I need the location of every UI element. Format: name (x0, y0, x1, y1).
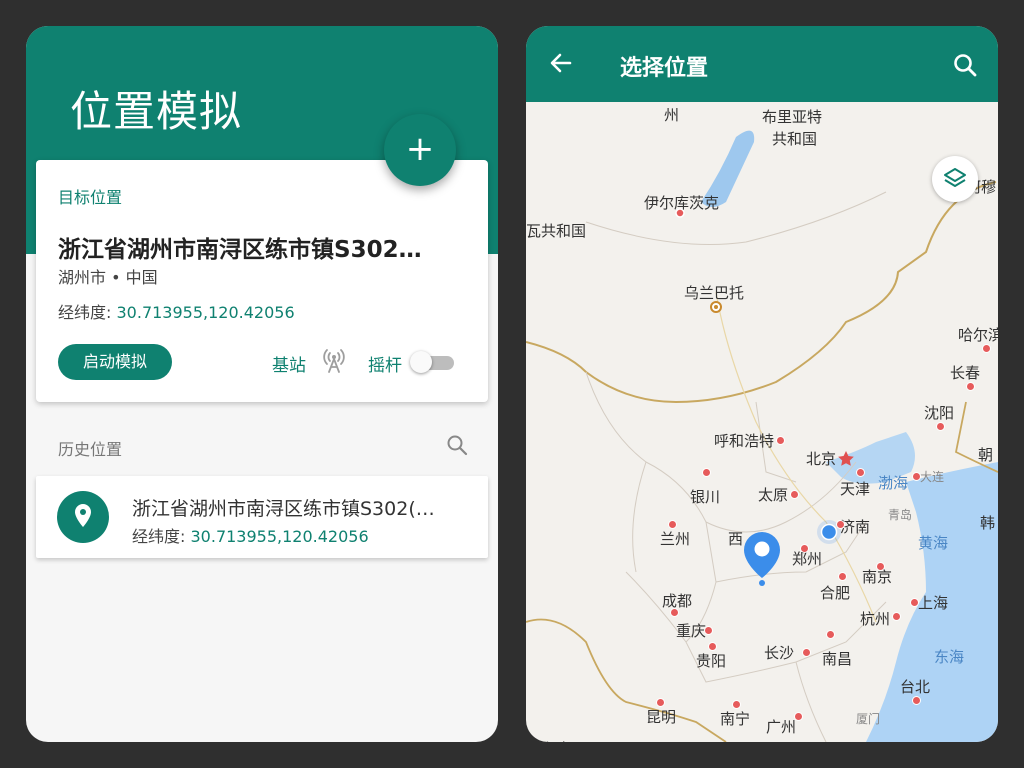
city-dot (836, 520, 845, 529)
map-label: 共和国 (772, 130, 818, 148)
back-arrow-icon[interactable] (548, 50, 574, 80)
target-location-card: 目标位置 浙江省湖州市南浔区练市镇S302… 湖州市 • 中国 经纬度: 30.… (36, 160, 488, 402)
map-label: 大连 (920, 470, 945, 484)
location-pin-icon (57, 491, 109, 543)
map-label: 乌兰巴托 (684, 284, 745, 302)
target-city: 湖州市 • 中国 (58, 268, 158, 287)
city-dot (794, 712, 803, 721)
target-address: 浙江省湖州市南浔区练市镇S302… (58, 237, 422, 263)
layers-icon (944, 168, 966, 187)
map-label: 黄海 (918, 534, 949, 552)
map-label: 州 (664, 106, 680, 124)
city-dot (910, 598, 919, 607)
map-label: 上海 (918, 594, 949, 612)
search-icon[interactable] (952, 52, 978, 82)
map-label: 缅甸 (544, 738, 574, 742)
coord-label: 经纬度: (58, 303, 112, 322)
city-dot (936, 422, 945, 431)
map-label: 昆明 (646, 708, 677, 726)
map-label: 银川 (690, 488, 721, 506)
map-label: 哈尔滨 (958, 326, 998, 344)
city-dot (704, 626, 713, 635)
history-title: 历史位置 (58, 440, 123, 459)
city-dot (876, 562, 885, 571)
map-label: 太原 (758, 486, 789, 504)
city-dot (776, 436, 785, 445)
antenna-icon[interactable] (322, 348, 346, 378)
map-label: 天津 (840, 480, 871, 498)
city-dot (912, 696, 921, 705)
map-label: 布里亚特 (762, 108, 823, 126)
target-label: 目标位置 (58, 188, 123, 207)
city-dot (732, 700, 741, 709)
history-item[interactable]: 浙江省湖州市南浔区练市镇S302(… 经纬度: 30.713955,120.42… (36, 476, 488, 558)
coord-label: 经纬度: (132, 527, 186, 546)
map-label: 台北 (900, 678, 931, 696)
city-dot (702, 468, 711, 477)
city-dot (800, 544, 809, 553)
location-sim-screen: 位置模拟 + 目标位置 浙江省湖州市南浔区练市镇S302… 湖州市 • 中国 经… (26, 26, 498, 742)
map-label: 重庆 (676, 622, 707, 640)
joystick-label: 摇杆 (368, 356, 402, 376)
joystick-toggle[interactable] (410, 351, 456, 373)
select-location-screen: 选择位置 州 布里亚特 共和国 伊尔库茨克 瓦共和国 阿穆 乌兰巴托 哈尔滨 长… (526, 26, 998, 742)
search-icon[interactable] (446, 434, 468, 460)
map-label: 北京 (806, 450, 837, 468)
top-app-bar: 选择位置 (526, 26, 998, 102)
map-label: 厦门 (856, 712, 881, 726)
city-dot (982, 344, 991, 353)
map-label: 韩 (980, 514, 996, 532)
map-label: 伊尔库茨克 (644, 194, 720, 212)
city-dot (856, 468, 865, 477)
start-simulation-button[interactable]: 启动模拟 (58, 344, 172, 380)
map-layers-button[interactable] (932, 156, 978, 202)
city-dot (670, 608, 679, 617)
map-label: 西 (728, 530, 744, 548)
map-label: 广州 (766, 718, 797, 736)
city-dot (838, 572, 847, 581)
target-coordinates: 经纬度: 30.713955,120.42056 (58, 299, 295, 323)
city-dot (656, 698, 665, 707)
city-dot (826, 630, 835, 639)
add-button[interactable]: + (384, 114, 456, 186)
map-label: 呼和浩特 (714, 432, 775, 450)
screen-title: 选择位置 (620, 56, 709, 81)
map-label: 南昌 (822, 650, 853, 668)
history-coordinates: 经纬度: 30.713955,120.42056 (132, 523, 369, 547)
map-label: 沈阳 (924, 404, 955, 422)
city-dot (912, 472, 921, 481)
map-label: 青岛 (888, 508, 913, 522)
map-label: 南宁 (720, 710, 751, 728)
map-label: 贵阳 (696, 652, 727, 670)
map-label: 兰州 (660, 530, 691, 548)
map-label: 长沙 (764, 644, 795, 662)
history-address: 浙江省湖州市南浔区练市镇S302(… (132, 498, 435, 520)
map-label: 长春 (950, 364, 981, 382)
coord-value: 30.713955,120.42056 (190, 527, 369, 546)
map-label: 杭州 (860, 610, 891, 628)
map-label: 东海 (934, 648, 965, 666)
city-dot (790, 490, 799, 499)
map-view[interactable]: 州 布里亚特 共和国 伊尔库茨克 瓦共和国 阿穆 乌兰巴托 哈尔滨 长春 沈阳 … (526, 102, 998, 742)
cell-station-label[interactable]: 基站 (272, 351, 306, 376)
map-label: 朝 (978, 446, 994, 464)
page-title: 位置模拟 (70, 87, 243, 136)
city-dot (802, 648, 811, 657)
coord-value: 30.713955,120.42056 (116, 303, 295, 322)
city-dot (892, 612, 901, 621)
map-label: 瓦共和国 (526, 222, 587, 240)
map-label: 合肥 (820, 584, 851, 602)
city-dot (668, 520, 677, 529)
city-dot (966, 382, 975, 391)
city-dot (708, 642, 717, 651)
map-label: 渤海 (878, 474, 909, 492)
